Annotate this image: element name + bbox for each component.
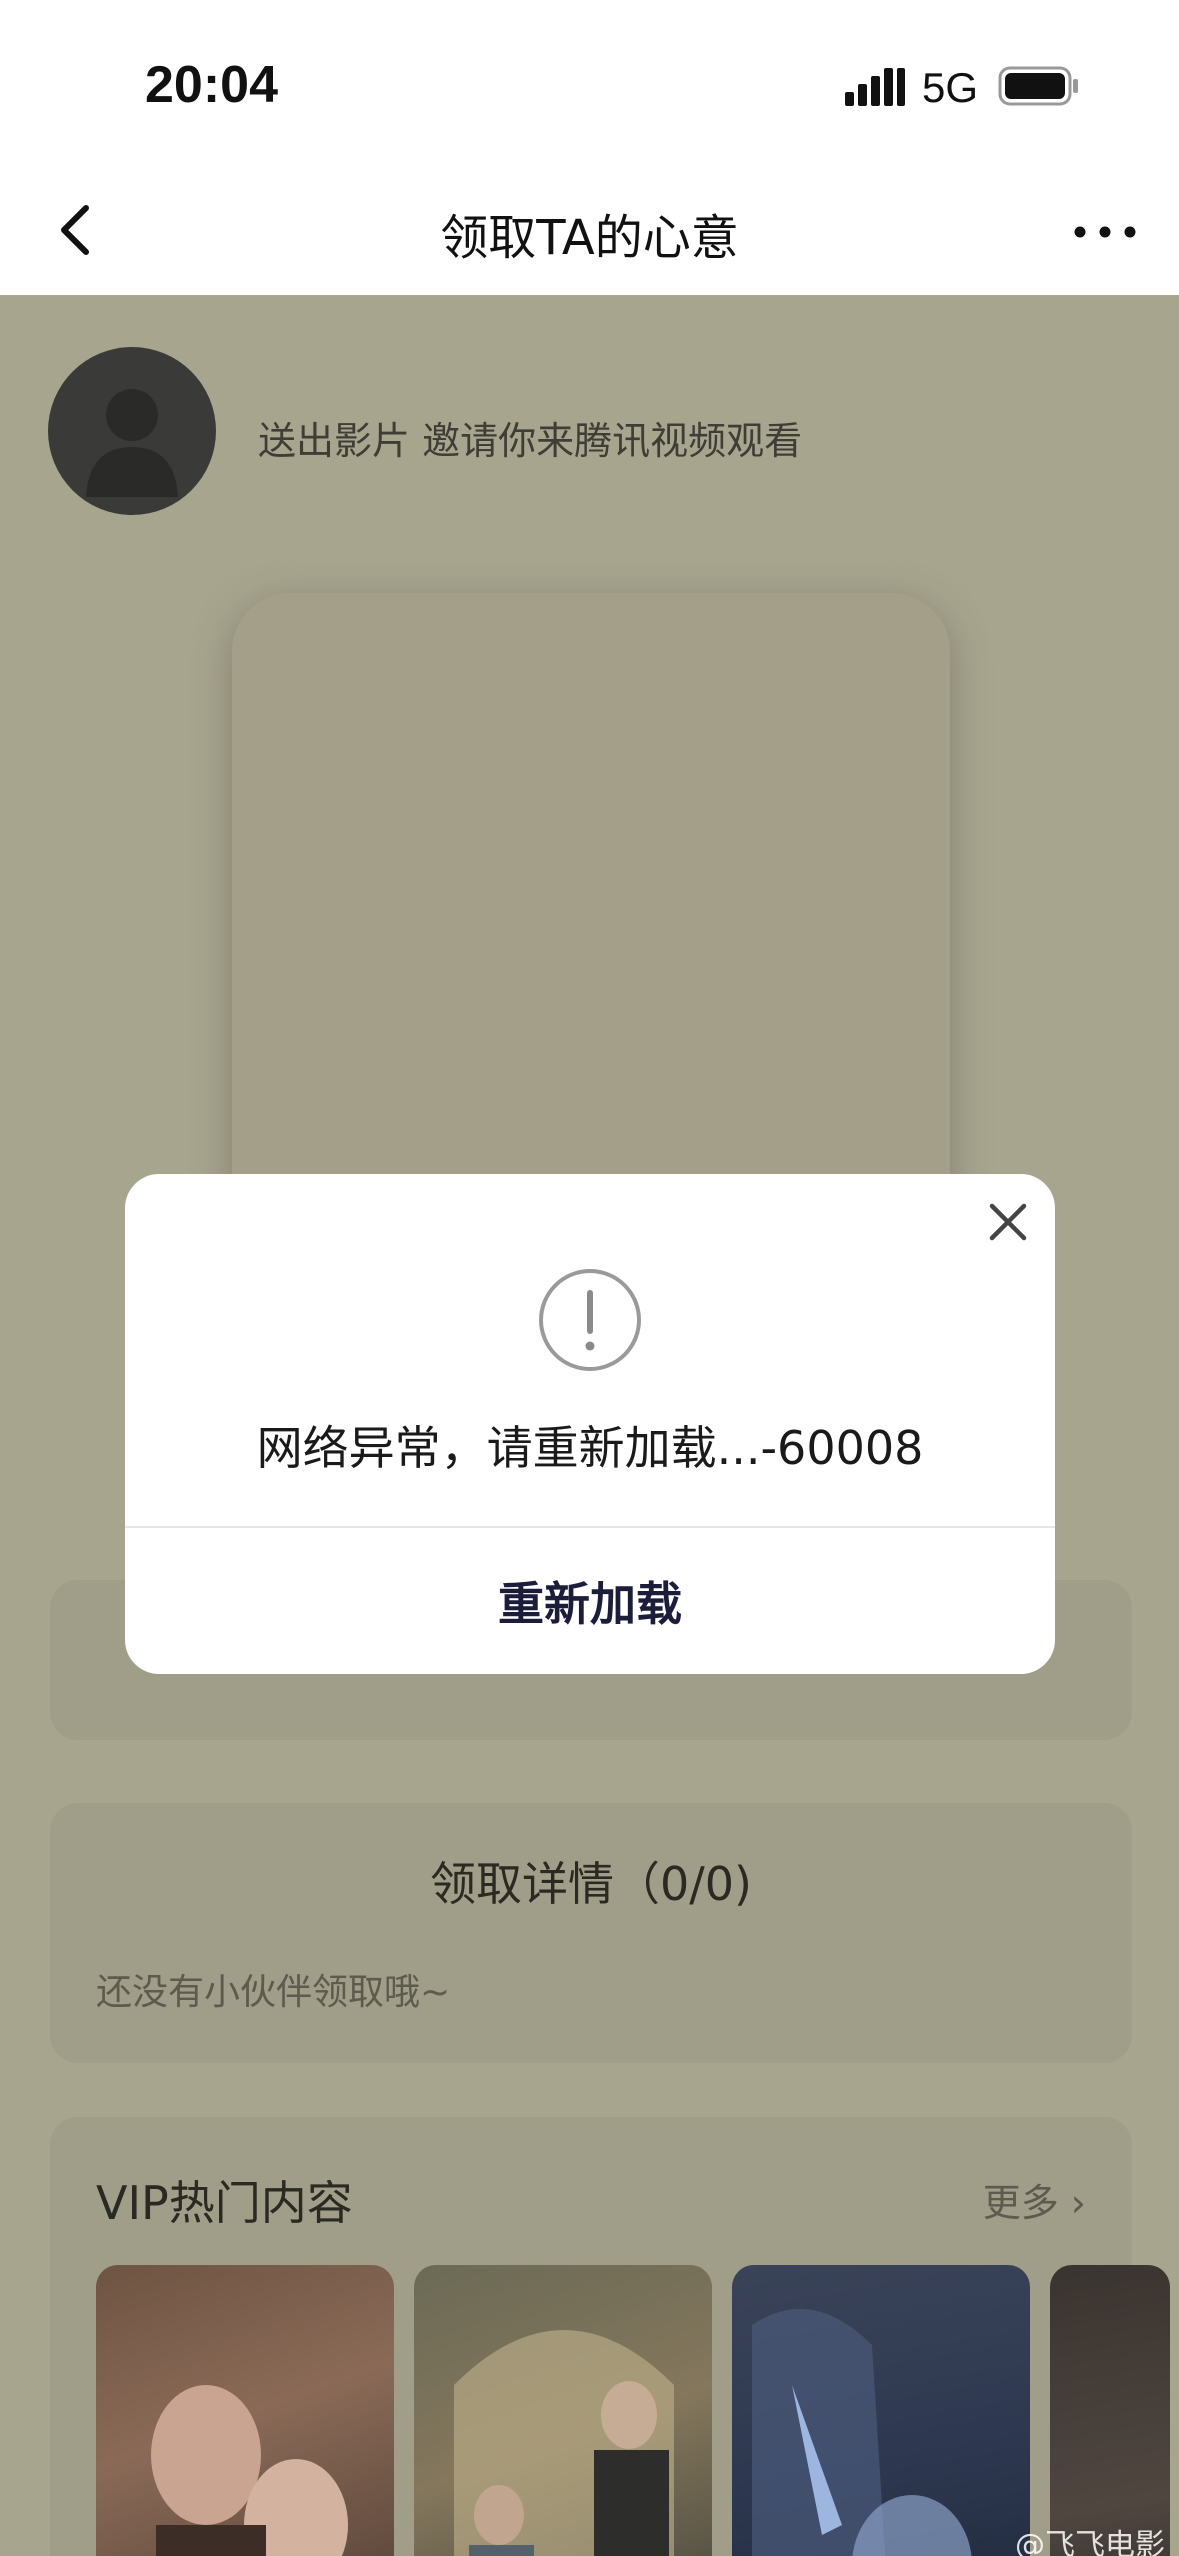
- poster-thumbnail[interactable]: [732, 2265, 1030, 2556]
- battery-icon: [998, 66, 1078, 106]
- poster-art: [752, 2309, 972, 2556]
- nav-bar: 领取TA的心意: [0, 170, 1179, 295]
- watermark: @飞飞电影: [1015, 2528, 1165, 2556]
- signal-icon: [845, 68, 905, 106]
- avatar-placeholder-icon: [86, 389, 178, 497]
- vip-hot-section: VIP热门内容 更多 ›: [50, 2117, 1170, 2556]
- claim-details-title: 领取详情（0/0): [430, 1857, 752, 1911]
- vip-more-link[interactable]: 更多 ›: [983, 2172, 1086, 2227]
- close-icon[interactable]: [980, 1194, 1036, 1250]
- reload-button[interactable]: 重新加载: [125, 1528, 1055, 1674]
- poster-art: [454, 2330, 674, 2556]
- more-horizontal-icon[interactable]: [1070, 220, 1140, 244]
- claim-details-empty: 还没有小伙伴领取哦~: [96, 1972, 451, 2013]
- error-dialog: 网络异常，请重新加载...-60008 重新加载: [125, 1174, 1055, 1674]
- status-time: 20:04: [145, 56, 278, 114]
- page-title: 领取TA的心意: [440, 210, 739, 266]
- poster-thumbnail[interactable]: [414, 2265, 712, 2556]
- dialog-message: 网络异常，请重新加载...-60008: [256, 1421, 924, 1475]
- poster-thumbnail[interactable]: [1050, 2265, 1170, 2556]
- avatar: [48, 347, 216, 515]
- status-bar: 20:04 5G: [0, 0, 1179, 170]
- poster-art: [151, 2385, 348, 2556]
- sender-message: 送出影片 邀请你来腾讯视频观看: [258, 419, 803, 463]
- vip-section-title: VIP热门内容: [96, 2176, 353, 2230]
- poster-thumbnail[interactable]: [96, 2265, 394, 2556]
- alert-circle-icon: [539, 1269, 641, 1371]
- claim-details-card: 领取详情（0/0) 还没有小伙伴领取哦~: [50, 1803, 1132, 2063]
- network-label: 5G: [922, 64, 979, 111]
